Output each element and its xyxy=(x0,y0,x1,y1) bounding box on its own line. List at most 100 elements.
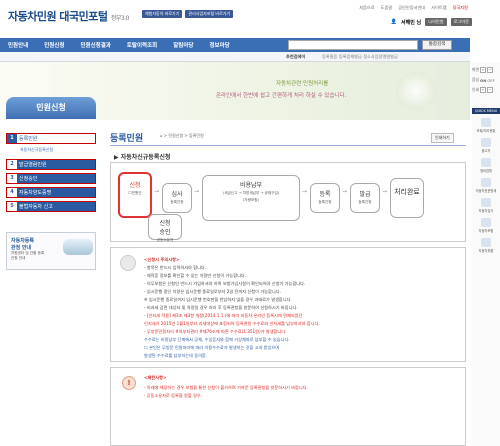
print-label: 인쇄 xyxy=(472,87,479,92)
quick-item-1[interactable]: 조회/처리현황 xyxy=(474,118,498,133)
status-icon xyxy=(481,118,491,127)
notice-line: - 항목은 반드시 입력하셔야 합니다. xyxy=(144,265,207,270)
quick-item-2[interactable]: 중고차 xyxy=(474,138,498,153)
notice-line: 수수료는 비용납부 단계에서 공채, 수입증지와 함께 가상계좌로 납부할 수 … xyxy=(144,337,290,342)
notice-line: ☐ 본인은 무방문 민원처리에 따라 이용수수료가 발생하는 것을 고지 받았으… xyxy=(144,345,280,350)
top-links: 처음으로 도움말 공인인증서안내 사이트맵 장국지원 xyxy=(359,5,468,11)
recommend-links[interactable]: 등록필증 등록증재발급 정소사업장명령발급 xyxy=(322,54,398,60)
my-civil-button[interactable]: 나의민원 xyxy=(425,18,447,26)
banner-line1: 자동차관련 민원처리를 xyxy=(276,81,329,87)
quick-item-7[interactable]: 자동차부품 xyxy=(474,238,498,253)
repair-icon xyxy=(481,158,491,167)
print-button[interactable]: 인쇄하기 xyxy=(431,133,454,143)
left-menu-item-5[interactable]: 5 불법자동차 신고 xyxy=(6,201,96,212)
nav-item-info[interactable]: 정보마당 xyxy=(202,41,238,49)
spec-icon xyxy=(481,178,491,187)
notice-line: - [인지세 적용] 제3조 제3항 개정(2014.1.1.)에 따라 자동차… xyxy=(144,313,303,318)
search-button[interactable]: 통합검색 xyxy=(422,40,452,50)
breadcrumb: ⌂ > 민원신청 > 등록민원 xyxy=(160,133,204,138)
office-guide-desc: 지원센터 및 관할 등록 xyxy=(11,251,45,255)
user-icon: 👤 xyxy=(390,19,397,25)
notice-line: <신청시 주의사항> xyxy=(144,257,180,262)
voice-control: 음성 ON OFF xyxy=(472,77,500,83)
notice-line: - 임시운행 중인 차량은 임시운행 종료일로부터 2일 전까지 신청이 가능합… xyxy=(144,289,281,294)
search-input[interactable] xyxy=(288,40,418,50)
shortcut-button-2[interactable]: 관리사업자포털 바로가기 xyxy=(185,10,234,18)
left-menu-item-2[interactable]: 2 발급열람민원 xyxy=(6,159,96,170)
quick-item-3[interactable]: 정비업체 xyxy=(474,158,498,173)
toplink-home[interactable]: 처음으로 xyxy=(359,5,374,11)
car-icon xyxy=(63,239,93,255)
office-guide-desc2: 관청 안내 xyxy=(11,256,26,260)
quick-menu-title: QUICK MENU xyxy=(472,108,500,114)
quick-item-6[interactable]: 자동차보험 xyxy=(474,218,498,233)
notice-line: - 제작증 정보를 확인할 수 있는 차량만 신청이 가능합니다. xyxy=(144,273,247,278)
office-guide-box[interactable]: 자동차등록 관청 안내 지원센터 및 관할 등록 관청 안내 xyxy=(6,232,96,270)
arrow-icon: → xyxy=(342,188,348,195)
logout-button[interactable]: 로그아웃 xyxy=(450,18,472,26)
recommend-bar: 추천검색어 등록필증 등록증재발급 정소사업장명령발급 xyxy=(0,52,470,62)
logo-text: 자동차민원 대국민포털 xyxy=(8,10,108,23)
header: 자동차민원 대국민포털 정부3.0 체험자동차 바로가기 관리사업자포털 바로가… xyxy=(0,0,500,38)
step-complete: 처리완료 xyxy=(390,178,424,218)
nav-item-history[interactable]: 토탈이력조회 xyxy=(119,41,165,49)
notice-line: 발생된 수수료를 납부하는데 동의함. xyxy=(144,353,208,358)
user-name: 서해민 님 xyxy=(401,19,422,26)
notice-line: - 무방문민원처리 #처부처관리 #제76조에 따른 수수료(1,351원)가 … xyxy=(144,329,287,334)
toplink-cert[interactable]: 공인인증서안내 xyxy=(398,5,425,11)
recommend-label: 추천검색어 xyxy=(286,54,306,59)
nav-item-guide[interactable]: 민원안내 xyxy=(0,41,36,49)
restriction-text: - 아래에 해당하는 경우 보험을 통한 신청이 불가하며 가까운 등록관청을 … xyxy=(144,385,308,390)
print-plus-icon[interactable]: + xyxy=(480,87,486,93)
car-icon xyxy=(481,138,491,147)
step-review: 심사 등록관청 xyxy=(162,183,192,213)
step-co-owner: 신청 승인 공동소유자 xyxy=(148,214,182,242)
zoom-in-icon[interactable]: + xyxy=(480,67,486,73)
inspect-icon xyxy=(481,198,491,207)
logo-sub: 정부3.0 xyxy=(110,15,130,22)
zoom-label: 화면 xyxy=(472,67,479,72)
nav-item-apply[interactable]: 민원신청 xyxy=(36,41,72,49)
left-menu: 민원신청 xyxy=(6,97,96,119)
title-divider xyxy=(110,145,466,146)
restriction-title: <제한사항> xyxy=(144,375,167,380)
zoom-control: 화면 + − xyxy=(472,67,500,73)
nav-item-result[interactable]: 민원신청결과 xyxy=(73,41,119,49)
step-issue: 발급 등록관청 xyxy=(350,183,380,213)
left-menu-item-1[interactable]: 1 등록민원 xyxy=(6,133,96,144)
notice-line: - 의무보험은 신청인 반드시 가입하셔야 하며 보험가입사실이 확인되어야 신… xyxy=(144,281,306,286)
office-guide-title: 자동차등록 xyxy=(11,238,35,244)
left-menu-item-3[interactable]: 3 신청승인 xyxy=(6,173,96,184)
quick-item-4[interactable]: 자동차표준명세 xyxy=(474,178,498,193)
print-minus-icon[interactable]: − xyxy=(487,87,493,93)
left-menu-title: 민원신청 xyxy=(6,97,96,119)
step-payment: 비용납부 (세금신고 → 지방세납부 → 공채구입) (차량보험) xyxy=(202,175,300,221)
notice-icon xyxy=(120,255,136,271)
arrow-icon: → xyxy=(302,188,308,195)
toplink-support[interactable]: 장국지원 xyxy=(453,5,468,11)
insurance-icon xyxy=(481,218,491,227)
notice-line: ※ 임시운행 종료일까지 임시운행 번호판을 반납하지 않을 경우 과태료가 발… xyxy=(144,297,292,302)
toplink-help[interactable]: 도움말 xyxy=(381,5,393,11)
parts-icon xyxy=(481,238,491,247)
section-title: ▶ 자동차신규등록신청 xyxy=(114,154,171,161)
shortcut-button-1[interactable]: 체험자동차 바로가기 xyxy=(142,10,183,18)
left-menu-item-4[interactable]: 4 자동차양도증명 xyxy=(6,187,96,198)
print-control: 인쇄 + − xyxy=(472,87,500,93)
warning-icon: ! xyxy=(122,376,136,390)
quick-item-5[interactable]: 자동차검사 xyxy=(474,198,498,213)
arrow-icon: → xyxy=(194,188,200,195)
step-register: 등록 등록관청 xyxy=(310,183,340,213)
banner-line2: 온라인에서 한번에 쉽고 간편하게 처리 하실 수 있습니다. xyxy=(216,93,347,99)
zoom-out-icon[interactable]: − xyxy=(487,67,493,73)
step-apply: 신청 ☐민원인 xyxy=(118,172,152,218)
page-title: 등록민원 xyxy=(110,134,144,144)
arrow-icon: → xyxy=(154,188,160,195)
left-submenu-item[interactable]: 자동차신규등록신청 xyxy=(20,147,53,153)
car-illustration xyxy=(396,72,436,110)
voice-off[interactable]: OFF xyxy=(487,78,494,83)
nav-item-notice[interactable]: 알림마당 xyxy=(165,41,201,49)
site-logo[interactable]: 자동차민원 대국민포털 정부3.0 xyxy=(8,8,129,24)
voice-on[interactable]: ON xyxy=(480,78,486,83)
toplink-sitemap[interactable]: 사이트맵 xyxy=(431,5,446,11)
